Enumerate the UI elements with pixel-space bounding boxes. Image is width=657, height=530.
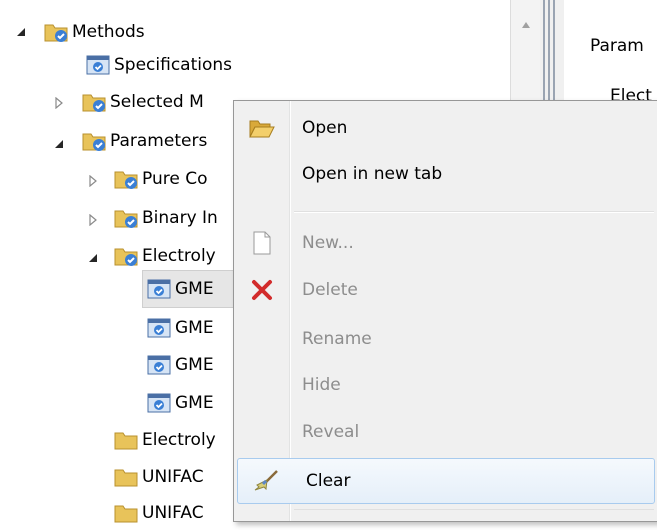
form-check-icon [86,54,110,76]
menu-item-hide[interactable]: Hide [234,363,657,407]
tree-item-selected-methods[interactable]: Selected M [82,85,204,119]
menu-item-label: Delete [302,280,358,300]
tree-item-label: GME [175,393,214,413]
form-check-icon [147,317,171,339]
form-check-icon [147,392,171,414]
menu-item-reveal[interactable]: Reveal [234,410,657,454]
menu-item-delete[interactable]: Delete [234,268,657,312]
tree-item-label: GME [175,355,214,375]
tree-item-methods[interactable]: Methods [44,15,145,49]
tree-item-parameters[interactable]: Parameters [82,124,207,158]
folder-gear-icon [82,130,106,152]
menu-item-open-in-new-tab[interactable]: Open in new tab [234,152,657,196]
delete-x-icon [234,279,289,301]
tree-item-label: Parameters [110,131,208,151]
menu-item-open[interactable]: Open [234,106,657,150]
tree-item-label: Binary In [142,208,218,228]
broom-icon [238,470,293,492]
tree-item-electrolyte-folder[interactable]: Electroly [114,423,216,457]
menu-item-label: Open [302,118,348,138]
tree-item-label: Selected M [110,92,204,112]
tree-item-specifications[interactable]: Specifications [86,48,232,82]
tree-item-label: UNIFAC [142,503,204,523]
tree-item-label: Pure Co [142,169,208,189]
folder-icon [114,502,138,524]
menu-item-label: Reveal [302,422,360,442]
detail-heading: Param [590,36,644,56]
folder-gear-icon [44,21,68,43]
collapse-arrow-icon[interactable] [86,174,100,188]
tree-item-label: GME [175,318,214,338]
context-menu: Open Open in new tab New... Delete Renam… [233,100,657,522]
tree-item-label: UNIFAC [142,467,204,487]
menu-item-label: Open in new tab [302,164,443,184]
folder-icon [114,466,138,488]
collapse-arrow-icon[interactable] [52,96,66,110]
folder-gear-icon [82,91,106,113]
tree-item-label: Electroly [142,430,216,450]
tree-item-electrolyte[interactable]: Electroly [114,239,216,273]
folder-gear-icon [114,207,138,229]
new-document-icon [234,231,289,255]
scroll-up-arrow-icon[interactable] [521,14,531,33]
tree-item-gme-3[interactable]: GME [147,348,214,382]
menu-separator [294,212,654,213]
form-check-icon [147,278,171,300]
folder-gear-icon [114,168,138,190]
folder-gear-icon [114,245,138,267]
tree-item-binary-interaction[interactable]: Binary In [114,201,218,235]
tree-item-gme-4[interactable]: GME [147,386,214,420]
menu-item-new[interactable]: New... [234,221,657,265]
tree-item-unifac-1[interactable]: UNIFAC [114,460,204,494]
menu-separator [294,509,654,510]
menu-item-label: New... [302,233,354,253]
expand-arrow-icon[interactable] [14,25,28,39]
menu-item-clear[interactable]: Clear [237,458,655,504]
menu-item-rename[interactable]: Rename [234,317,657,361]
menu-item-label: Clear [306,471,351,491]
folder-icon [114,429,138,451]
collapse-arrow-icon[interactable] [86,213,100,227]
tree-item-gme-1[interactable]: GME [142,270,242,308]
tree-item-label: Electroly [142,246,216,266]
expand-arrow-icon[interactable] [52,137,66,151]
menu-item-label: Hide [302,375,341,395]
form-check-icon [147,354,171,376]
tree-item-unifac-2[interactable]: UNIFAC [114,496,204,530]
expand-arrow-icon[interactable] [86,251,100,265]
tree-item-label: Methods [72,22,145,42]
tree-item-gme-2[interactable]: GME [147,311,214,345]
tree-item-label: Specifications [114,55,233,75]
menu-item-label: Rename [302,329,372,349]
tree-item-label: GME [175,279,214,299]
tree-item-pure-components[interactable]: Pure Co [114,162,207,196]
open-folder-icon [234,117,289,139]
